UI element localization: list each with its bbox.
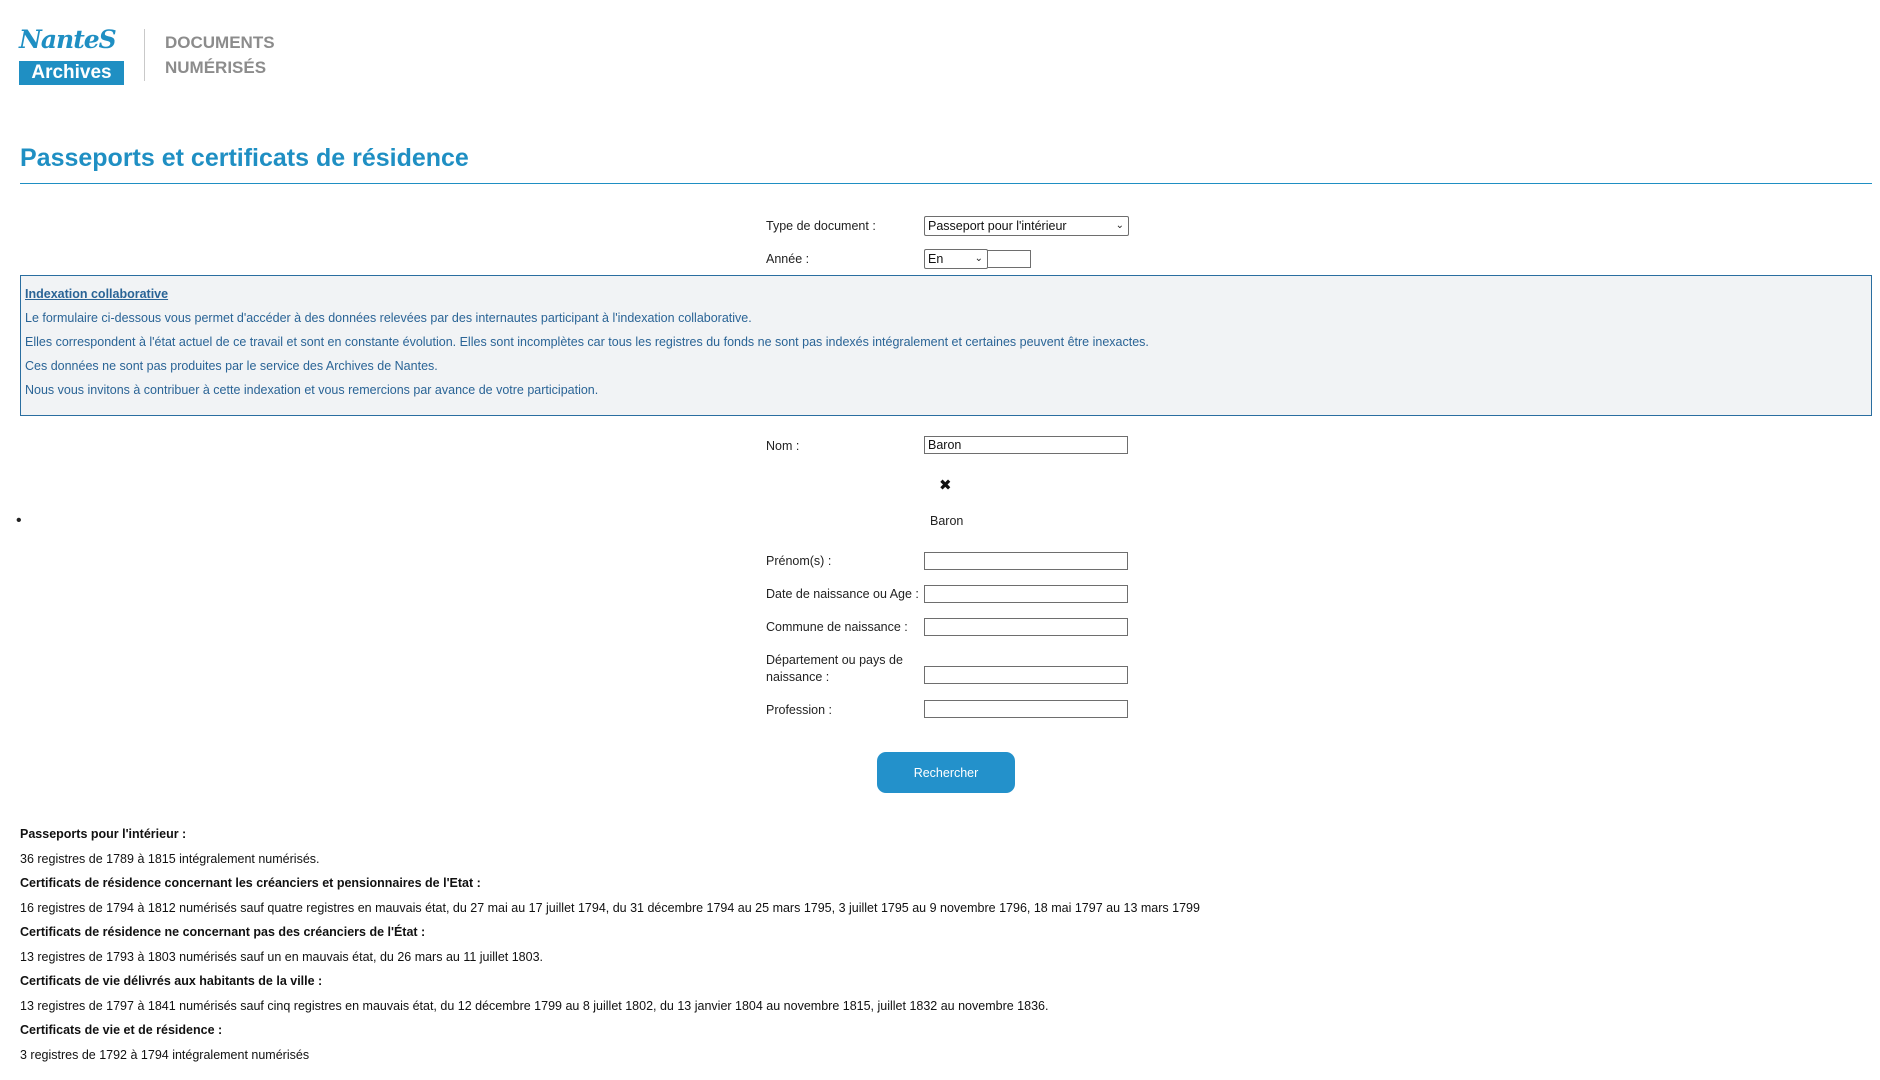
birthplace-label: Commune de naissance : bbox=[766, 620, 908, 634]
logo-wordmark: NanteS bbox=[19, 25, 117, 54]
page: NanteS Archives DOCUMENTS NUMÉRISÉS Pass… bbox=[0, 0, 1880, 1080]
page-title: Passeports et certificats de résidence bbox=[20, 144, 469, 172]
list-bullet: • bbox=[16, 512, 22, 529]
description-heading: Passeports pour l'intérieur : bbox=[20, 827, 187, 841]
archives-logo[interactable]: NanteS Archives bbox=[19, 25, 124, 85]
tagline-line-2: NUMÉRISÉS bbox=[165, 58, 267, 77]
fonds-description: Passeports pour l'intérieur : 36 registr… bbox=[20, 826, 1200, 1071]
year-label: Année : bbox=[766, 252, 810, 266]
description-text: 16 registres de 1794 à 1812 numérisés sa… bbox=[20, 901, 1200, 915]
firstname-label: Prénom(s) : bbox=[766, 554, 832, 568]
description-text: 13 registres de 1793 à 1803 numérisés sa… bbox=[20, 950, 544, 964]
year-mode-value: En bbox=[928, 252, 944, 266]
department-input[interactable] bbox=[924, 666, 1128, 684]
firstname-input[interactable] bbox=[924, 552, 1128, 570]
search-button[interactable]: Rechercher bbox=[877, 752, 1015, 793]
logo-tagline: DOCUMENTS NUMÉRISÉS bbox=[165, 30, 275, 80]
tagline-line-1: DOCUMENTS bbox=[165, 33, 275, 52]
description-text: 13 registres de 1797 à 1841 numérisés sa… bbox=[20, 999, 1049, 1013]
notice-title-link[interactable]: Indexation collaborative bbox=[25, 286, 1867, 303]
document-type-value: Passeport pour l'intérieur bbox=[928, 219, 1067, 233]
site-header: NanteS Archives DOCUMENTS NUMÉRISÉS bbox=[19, 24, 275, 86]
description-heading: Certificats de vie et de résidence : bbox=[20, 1023, 223, 1037]
year-input[interactable] bbox=[987, 250, 1031, 268]
title-divider bbox=[20, 183, 1872, 184]
profession-input[interactable] bbox=[924, 700, 1128, 718]
description-heading: Certificats de vie délivrés aux habitant… bbox=[20, 974, 323, 988]
department-label-line-2: naissance : bbox=[766, 670, 830, 684]
year-mode-select[interactable]: En ⌄ bbox=[924, 249, 988, 269]
name-suggestion-item[interactable]: Baron bbox=[930, 514, 963, 528]
clear-icon[interactable]: ✖ bbox=[939, 476, 952, 494]
name-label: Nom : bbox=[766, 439, 800, 453]
document-type-label: Type de document : bbox=[766, 219, 876, 233]
notice-line: Nous vous invitons à contribuer à cette … bbox=[25, 383, 599, 397]
birthdate-input[interactable] bbox=[924, 585, 1128, 603]
description-heading: Certificats de résidence ne concernant p… bbox=[20, 925, 426, 939]
logo-separator bbox=[144, 29, 145, 81]
notice-line: Le formulaire ci-dessous vous permet d'a… bbox=[25, 311, 752, 325]
description-text: 36 registres de 1789 à 1815 intégralemen… bbox=[20, 852, 320, 866]
profession-label: Profession : bbox=[766, 703, 833, 717]
birthdate-label: Date de naissance ou Age : bbox=[766, 587, 919, 601]
document-type-select[interactable]: Passeport pour l'intérieur ⌄ bbox=[924, 216, 1129, 236]
logo-archives-box: Archives bbox=[19, 61, 124, 85]
description-text: 3 registres de 1792 à 1794 intégralement… bbox=[20, 1048, 310, 1062]
chevron-down-icon: ⌄ bbox=[974, 253, 983, 264]
notice-line: Ces données ne sont pas produites par le… bbox=[25, 359, 438, 373]
department-label-line-1: Département ou pays de bbox=[766, 653, 903, 667]
chevron-down-icon: ⌄ bbox=[1115, 220, 1124, 231]
notice-line: Elles correspondent à l'état actuel de c… bbox=[25, 335, 1149, 349]
department-label: Département ou pays de naissance : bbox=[766, 652, 903, 686]
collaborative-indexing-notice: Indexation collaborative Le formulaire c… bbox=[20, 275, 1872, 416]
birthplace-input[interactable] bbox=[924, 618, 1128, 636]
description-heading: Certificats de résidence concernant les … bbox=[20, 876, 481, 890]
name-input[interactable] bbox=[924, 436, 1128, 454]
